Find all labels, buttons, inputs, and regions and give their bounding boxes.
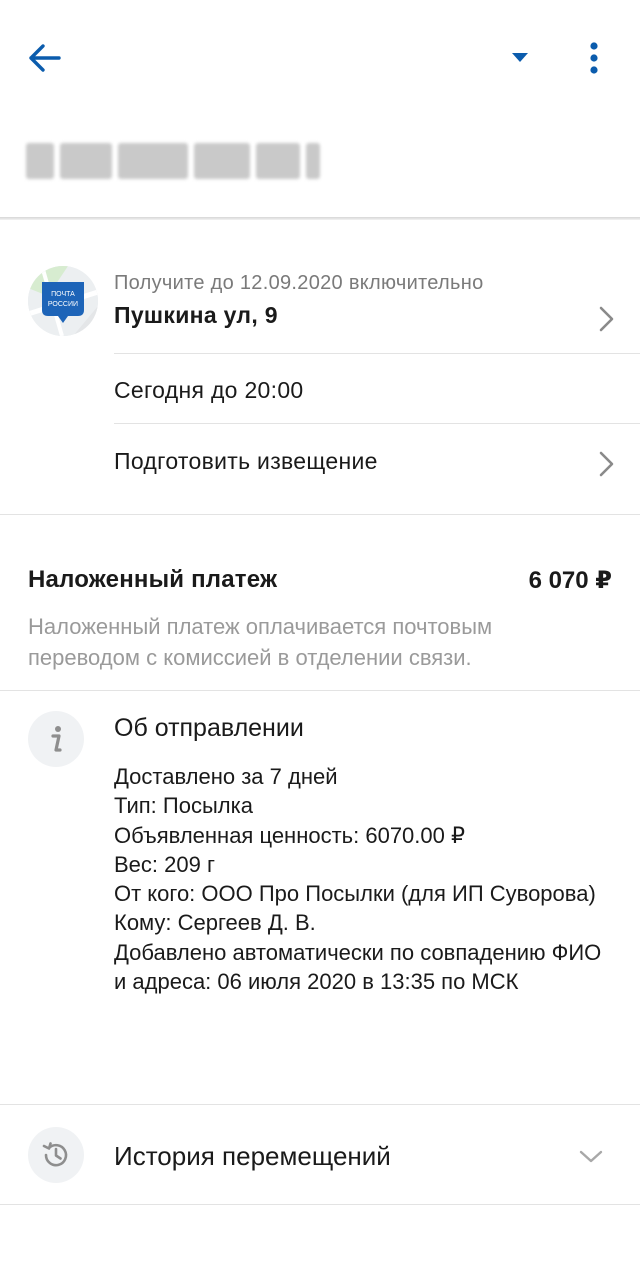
history-toggle[interactable]: История перемещений [114, 1141, 391, 1172]
redacted-block [194, 143, 250, 179]
more-options-button[interactable] [572, 34, 616, 82]
tracking-number-redacted [26, 140, 326, 182]
info-icon [51, 726, 62, 752]
office-hours: Сегодня до 20:00 [114, 377, 304, 403]
cod-title: Наложенный платеж [28, 566, 278, 593]
back-button[interactable] [22, 36, 66, 80]
post-office-logo: ПОЧТА РОССИИ [28, 266, 98, 336]
section-divider [0, 1204, 640, 1205]
info-icon-badge [28, 711, 84, 767]
detail-added-note: Добавлено автоматически по совпадению ФИ… [114, 939, 602, 995]
svg-text:РОССИИ: РОССИИ [48, 301, 78, 308]
divider [114, 423, 640, 424]
divider [114, 353, 640, 354]
detail-declared-value: Объявленная ценность: 6070.00 ₽ [114, 822, 465, 848]
svg-text:ПОЧТА: ПОЧТА [51, 291, 75, 298]
caret-down-icon [512, 53, 528, 62]
redacted-block [256, 143, 300, 179]
pickup-address-link[interactable]: Пушкина ул, 9 [114, 302, 278, 329]
detail-sender: От кого: ООО Про Посылки (для ИП Суворов… [114, 881, 596, 907]
redacted-block [306, 143, 320, 179]
about-details: Доставлено за 7 дней Тип: Посылка Объявл… [114, 762, 614, 996]
section-divider [0, 690, 640, 691]
chevron-down-icon[interactable] [578, 1148, 604, 1166]
redacted-block [26, 143, 54, 179]
history-icon [42, 1142, 68, 1167]
pickup-deadline: Получите до 12.09.2020 включительно [114, 272, 484, 294]
history-icon-badge [28, 1127, 84, 1183]
dropdown-button[interactable] [498, 36, 542, 80]
more-vertical-icon [590, 42, 598, 74]
header-divider [0, 217, 640, 220]
redacted-block [118, 143, 188, 179]
detail-delivery-time: Доставлено за 7 дней [114, 764, 338, 789]
cod-description: Наложенный платеж оплачивается почтовым … [28, 614, 493, 670]
about-title: Об отправлении [114, 714, 304, 742]
section-divider [0, 1104, 640, 1105]
arrow-left-icon [29, 44, 61, 72]
top-app-bar [0, 0, 640, 118]
section-divider [0, 514, 640, 515]
cod-amount: 6 070 ₽ [528, 567, 612, 594]
detail-type: Тип: Посылка [114, 793, 253, 819]
chevron-right-icon[interactable] [594, 304, 618, 334]
detail-weight: Вес: 209 г [114, 851, 215, 877]
chevron-right-icon[interactable] [594, 449, 618, 479]
redacted-block [60, 143, 112, 179]
prepare-notice-link[interactable]: Подготовить извещение [114, 448, 378, 475]
detail-recipient: Кому: Сергеев Д. В. [114, 910, 316, 936]
